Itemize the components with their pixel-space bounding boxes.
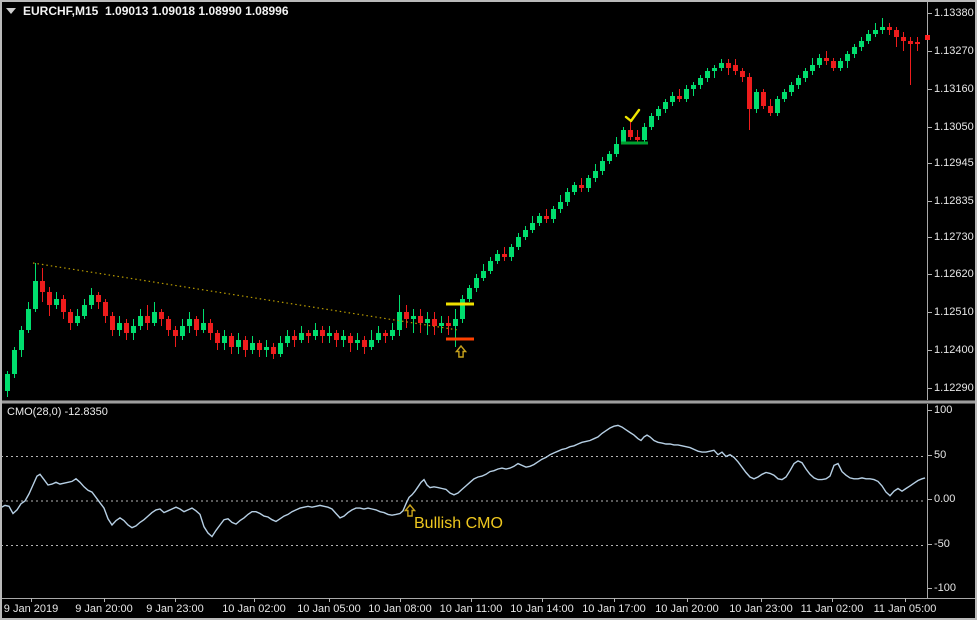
confirmation-checkmark-icon[interactable] xyxy=(626,110,639,121)
cmo-indicator-label: CMO(28,0) -12.8350 xyxy=(7,406,108,418)
pane-splitter[interactable] xyxy=(0,400,977,404)
bullish-cmo-text[interactable]: Bullish CMO xyxy=(414,515,503,533)
descending-trendline[interactable] xyxy=(33,263,458,330)
buy-arrow-icon[interactable] xyxy=(456,346,465,357)
chart-window: EURCHF,M15 1.09013 1.09018 1.08990 1.089… xyxy=(0,0,977,620)
chart-title: EURCHF,M15 1.09013 1.09018 1.08990 1.089… xyxy=(23,4,289,18)
current-price-marker xyxy=(925,35,930,40)
symbol-dropdown-icon[interactable] xyxy=(6,8,16,14)
title-bar: EURCHF,M15 1.09013 1.09018 1.08990 1.089… xyxy=(6,4,289,18)
